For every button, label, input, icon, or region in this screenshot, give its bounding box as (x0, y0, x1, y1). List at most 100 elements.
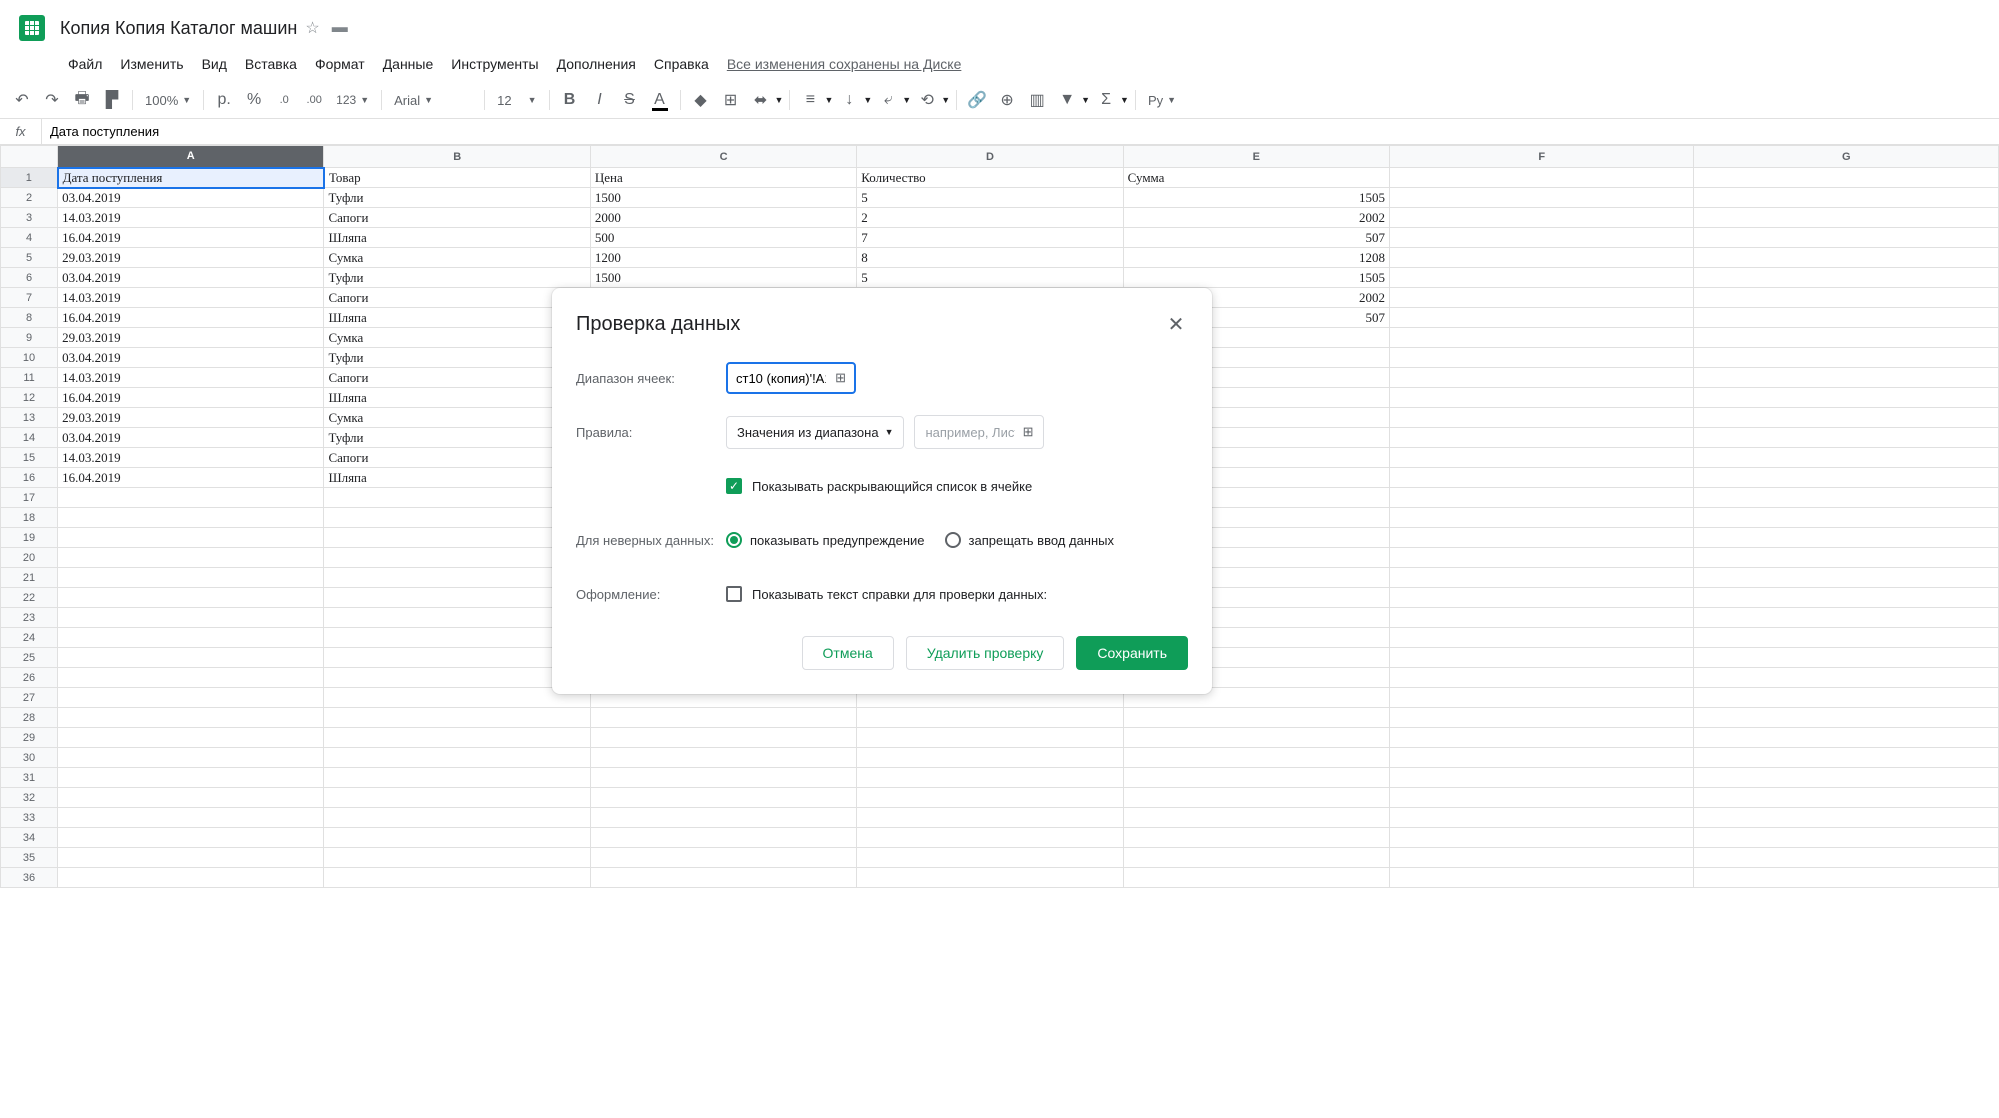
currency-icon[interactable]: р. (210, 86, 238, 114)
radio-show-warning[interactable]: показывать предупреждение (726, 532, 925, 548)
cell[interactable] (324, 848, 590, 868)
horizontal-align-icon[interactable]: ≡ (796, 86, 824, 114)
cell[interactable] (1123, 748, 1389, 768)
cell[interactable] (1694, 788, 1999, 808)
font-size-select[interactable]: 12▼ (491, 87, 542, 113)
cell[interactable]: Товар (324, 168, 590, 188)
cell[interactable] (1694, 448, 1999, 468)
bold-icon[interactable]: B (556, 86, 584, 114)
cell[interactable]: 5 (857, 188, 1123, 208)
insert-link-icon[interactable]: 🔗 (963, 86, 991, 114)
cell[interactable] (590, 768, 856, 788)
cell[interactable]: Сапоги (324, 448, 590, 468)
cell[interactable] (324, 548, 590, 568)
cell[interactable] (590, 728, 856, 748)
show-dropdown-checkbox[interactable]: ✓ (726, 478, 742, 494)
rules-dropdown[interactable]: Значения из диапазона ▼ (726, 416, 904, 449)
cell[interactable]: Туфли (324, 348, 590, 368)
cell[interactable]: Сумка (324, 328, 590, 348)
cell[interactable] (1694, 648, 1999, 668)
cell[interactable] (58, 528, 324, 548)
cell[interactable] (58, 668, 324, 688)
folder-icon[interactable]: ▬ (332, 19, 348, 37)
cell[interactable] (324, 508, 590, 528)
cell[interactable] (1694, 248, 1999, 268)
cell[interactable] (1390, 768, 1694, 788)
cell[interactable]: 16.04.2019 (58, 228, 324, 248)
row-header[interactable]: 10 (1, 348, 58, 368)
cell[interactable] (857, 868, 1123, 888)
cell[interactable] (1694, 328, 1999, 348)
menu-format[interactable]: Формат (307, 52, 373, 76)
cell[interactable]: 1505 (1123, 268, 1389, 288)
font-select[interactable]: Arial▼ (388, 87, 478, 113)
cell[interactable]: 03.04.2019 (58, 268, 324, 288)
row-header[interactable]: 24 (1, 628, 58, 648)
cell[interactable]: 8 (857, 248, 1123, 268)
menu-help[interactable]: Справка (646, 52, 717, 76)
cell[interactable] (324, 808, 590, 828)
row-header[interactable]: 31 (1, 768, 58, 788)
cell[interactable] (1694, 568, 1999, 588)
print-icon[interactable]: 🖶 (68, 86, 96, 114)
cell[interactable] (1694, 868, 1999, 888)
show-help-text-checkbox[interactable] (726, 586, 742, 602)
cell[interactable] (1390, 308, 1694, 328)
cell[interactable]: 03.04.2019 (58, 348, 324, 368)
vertical-align-icon[interactable]: ↓ (835, 86, 863, 114)
cell[interactable] (1694, 668, 1999, 688)
cell[interactable] (1390, 708, 1694, 728)
cell[interactable] (1390, 508, 1694, 528)
filter-icon[interactable]: ▼ (1053, 86, 1081, 114)
row-header[interactable]: 19 (1, 528, 58, 548)
row-header[interactable]: 1 (1, 168, 58, 188)
cell[interactable]: 507 (1123, 228, 1389, 248)
cell[interactable] (1123, 728, 1389, 748)
cell[interactable]: 16.04.2019 (58, 308, 324, 328)
cell[interactable] (1694, 388, 1999, 408)
cell[interactable] (857, 728, 1123, 748)
cell[interactable]: 29.03.2019 (58, 408, 324, 428)
cell[interactable] (58, 608, 324, 628)
column-header-f[interactable]: F (1390, 146, 1694, 168)
text-rotation-icon[interactable]: ⟲ (913, 86, 941, 114)
cell[interactable] (58, 708, 324, 728)
row-header[interactable]: 14 (1, 428, 58, 448)
cell[interactable] (590, 848, 856, 868)
cell[interactable]: 1200 (590, 248, 856, 268)
row-header[interactable]: 32 (1, 788, 58, 808)
text-color-icon[interactable]: A (646, 86, 674, 114)
column-header-b[interactable]: B (324, 146, 590, 168)
cell[interactable]: 14.03.2019 (58, 448, 324, 468)
cell[interactable]: 03.04.2019 (58, 188, 324, 208)
cell[interactable]: Туфли (324, 268, 590, 288)
cell[interactable] (1390, 228, 1694, 248)
grid-select-icon-2[interactable]: ⊞ (1023, 424, 1034, 440)
saved-status-link[interactable]: Все изменения сохранены на Диске (727, 56, 962, 72)
cell[interactable] (1390, 728, 1694, 748)
cell[interactable] (1390, 608, 1694, 628)
cell[interactable]: Дата поступления (58, 168, 324, 188)
cell[interactable]: 2 (857, 208, 1123, 228)
cell[interactable] (1390, 528, 1694, 548)
cell[interactable] (1390, 668, 1694, 688)
row-header[interactable]: 9 (1, 328, 58, 348)
cell[interactable] (324, 648, 590, 668)
select-all-corner[interactable] (1, 146, 58, 168)
row-header[interactable]: 11 (1, 368, 58, 388)
cell[interactable] (324, 568, 590, 588)
cell[interactable] (857, 768, 1123, 788)
row-header[interactable]: 17 (1, 488, 58, 508)
cell[interactable] (1694, 188, 1999, 208)
cell[interactable] (58, 648, 324, 668)
rules-range-field[interactable] (925, 425, 1015, 440)
cell[interactable]: 2000 (590, 208, 856, 228)
rules-range-input[interactable]: ⊞ (914, 415, 1044, 449)
grid-select-icon[interactable]: ⊞ (835, 370, 846, 386)
cell[interactable] (58, 868, 324, 888)
cell[interactable] (857, 848, 1123, 868)
cell[interactable] (1390, 168, 1694, 188)
cell[interactable]: 500 (590, 228, 856, 248)
cell[interactable] (1390, 808, 1694, 828)
cell[interactable] (1694, 308, 1999, 328)
